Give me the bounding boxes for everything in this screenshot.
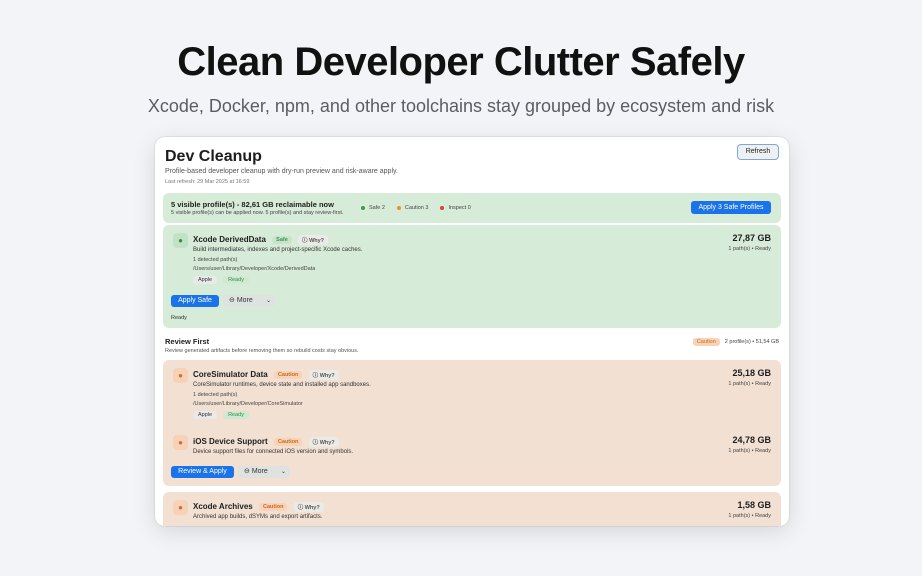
why-button[interactable]: ⓘ Why?: [308, 437, 339, 447]
safe-dot-icon: [361, 206, 365, 210]
more-label: More: [236, 297, 253, 304]
caution-badge: Caution: [273, 371, 303, 379]
hero-subtitle: Xcode, Docker, npm, and other toolchains…: [147, 96, 775, 116]
app-subtitle: Profile-based developer cleanup with dry…: [165, 168, 398, 175]
review-first-description: Review generated artifacts before removi…: [165, 348, 359, 354]
profile-status: 1 path(s) • Ready: [728, 381, 771, 387]
caution-dot-icon: [396, 206, 401, 210]
hero-title: Clean Developer Clutter Safely: [177, 40, 745, 84]
why-label: Why?: [319, 373, 335, 379]
profile-name: Xcode Archives Caution ⓘ Why?: [193, 502, 324, 512]
caution-badge: Caution: [692, 338, 720, 346]
why-label: Why?: [319, 440, 335, 446]
profile-status: 1 path(s) • Ready: [728, 246, 771, 252]
caution-profile-card: ● CoreSimulator Data Caution ⓘ Why? Core…: [163, 360, 781, 486]
info-icon: ⓘ: [312, 373, 319, 379]
profile-path-count: 1 detected path(s): [193, 257, 238, 263]
info-icon: ⓘ: [302, 238, 308, 244]
tag-ready: Ready: [223, 276, 249, 284]
profile-description: Device support files for connected iOS v…: [193, 449, 354, 455]
profile-row-coresimulator[interactable]: ● CoreSimulator Data Caution ⓘ Why? Core…: [171, 368, 773, 420]
info-icon: ⓘ: [312, 440, 319, 446]
caution-badge: Caution: [273, 438, 303, 446]
legend-caution: Caution 3: [396, 205, 429, 211]
tag-apple: Apple: [193, 276, 218, 284]
review-first-summary: Caution 2 profile(s) • 51,54 GB: [689, 338, 779, 346]
summary-description: 5 visible profile(s) can be applied now.…: [171, 210, 344, 216]
more-icon: ⊖: [244, 468, 250, 475]
why-button[interactable]: ⓘ Why?: [293, 502, 324, 512]
profile-size: 25,18 GB: [732, 368, 771, 378]
legend-safe-label: Safe 2: [369, 205, 385, 211]
more-label: More: [251, 468, 268, 475]
last-refresh-text: Last refresh: 29 Mar 2025 at 16:59: [165, 179, 250, 185]
profile-row-xcode-archives[interactable]: ● Xcode Archives Caution ⓘ Why? Archived…: [171, 500, 773, 526]
profile-name-text: CoreSimulator Data: [193, 370, 268, 380]
profile-row-xcode-deriveddata[interactable]: ● Xcode DerivedData Safe ⓘ Why? Build in…: [171, 233, 773, 293]
inspect-dot-icon: [440, 206, 445, 210]
caution-badge: Caution: [258, 503, 288, 511]
profile-name: iOS Device Support Caution ⓘ Why?: [193, 437, 339, 447]
profile-name: CoreSimulator Data Caution ⓘ Why?: [193, 370, 339, 380]
why-button[interactable]: ⓘ Why?: [298, 235, 329, 245]
review-first-title: Review First: [165, 337, 210, 346]
app-window: Dev Cleanup Profile-based developer clea…: [155, 137, 789, 526]
profile-size: 1,58 GB: [737, 500, 771, 510]
profile-size: 27,87 GB: [732, 233, 771, 243]
safe-profile-card: ● Xcode DerivedData Safe ⓘ Why? Build in…: [163, 225, 781, 328]
profile-name-text: Xcode Archives: [193, 502, 253, 512]
profile-path-count: 1 detected path(s): [193, 392, 238, 398]
profile-path: /Users/user/Library/Developer/CoreSimula…: [193, 401, 303, 407]
profile-path: /Users/user/Library/Developer/Xcode/Deri…: [193, 266, 316, 272]
safe-profile-icon: ●: [173, 233, 188, 248]
why-button[interactable]: ⓘ Why?: [308, 370, 339, 380]
summary-banner: 5 visible profile(s) - 82,61 GB reclaima…: [163, 193, 781, 223]
apply-safe-button[interactable]: Apply Safe: [171, 295, 219, 307]
profile-description: Build intermediates, indexes and project…: [193, 247, 363, 253]
why-label: Why?: [309, 238, 325, 244]
apply-safe-profiles-button[interactable]: Apply 3 Safe Profiles: [691, 201, 771, 214]
info-icon: ⓘ: [297, 505, 304, 511]
profile-description: Archived app builds, dSYMs and export ar…: [193, 514, 323, 520]
review-summary-text: 2 profile(s) • 51,54 GB: [724, 339, 779, 345]
caution-profile-icon: ●: [173, 500, 188, 515]
profile-name: Xcode DerivedData Safe ⓘ Why?: [193, 235, 329, 245]
profile-row-ios-device-support[interactable]: ● iOS Device Support Caution ⓘ Why? Devi…: [171, 435, 773, 460]
profile-size: 24,78 GB: [732, 435, 771, 445]
chevron-down-icon: ⌄: [265, 298, 271, 304]
safe-group-status: Ready: [171, 315, 187, 321]
profile-status: 1 path(s) • Ready: [728, 448, 771, 454]
legend-inspect-label: Inspect 0: [448, 205, 471, 211]
app-title: Dev Cleanup: [165, 148, 262, 165]
safe-badge: Safe: [272, 236, 292, 244]
profile-name-text: Xcode DerivedData: [193, 235, 266, 245]
risk-legend: Safe 2 Caution 3 Inspect 0: [361, 205, 471, 211]
archives-profile-card: ● Xcode Archives Caution ⓘ Why? Archived…: [163, 492, 781, 526]
legend-caution-label: Caution 3: [404, 205, 429, 211]
review-apply-button[interactable]: Review & Apply: [171, 466, 234, 478]
profile-description: CoreSimulator runtimes, device state and…: [193, 382, 371, 388]
legend-inspect: Inspect 0: [440, 205, 471, 211]
caution-profile-icon: ●: [173, 435, 188, 450]
legend-safe: Safe 2: [361, 205, 385, 211]
more-menu-button[interactable]: ⊖ More ⌄: [238, 466, 290, 478]
chevron-down-icon: ⌄: [280, 469, 286, 475]
tag-ready: Ready: [223, 411, 249, 419]
summary-title: 5 visible profile(s) - 82,61 GB reclaima…: [171, 200, 334, 209]
refresh-button[interactable]: Refresh: [737, 144, 779, 160]
why-label: Why?: [304, 505, 320, 511]
tag-apple: Apple: [193, 411, 218, 419]
caution-profile-icon: ●: [173, 368, 188, 383]
profile-tags: Apple Ready: [193, 411, 249, 419]
more-icon: ⊖: [229, 297, 235, 304]
more-menu-button[interactable]: ⊖ More ⌄: [223, 295, 275, 307]
profile-tags: Apple Ready: [193, 276, 249, 284]
profile-name-text: iOS Device Support: [193, 437, 268, 447]
profile-status: 1 path(s) • Ready: [728, 513, 771, 519]
